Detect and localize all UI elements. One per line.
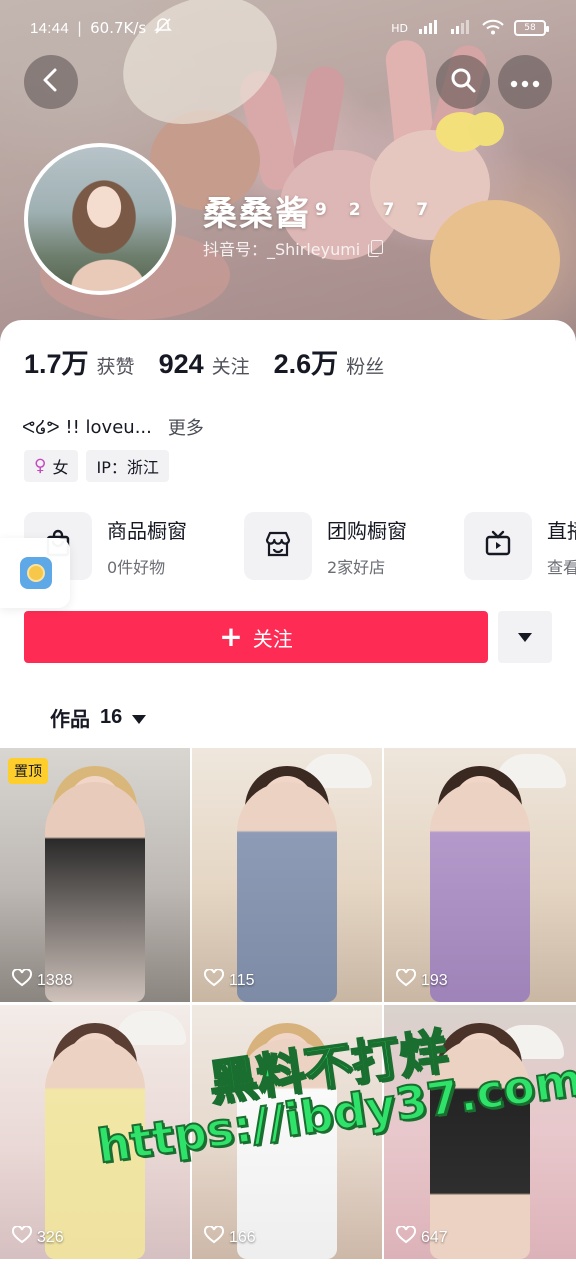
likes-count: 326 (37, 1228, 64, 1246)
stat-value: 1.7万 (24, 349, 89, 379)
shop-title: 商品橱窗 (107, 518, 187, 543)
avatar[interactable] (24, 143, 176, 295)
bio-text: ᕙ໒ᕗ !! loveu... (22, 416, 152, 438)
hd-label: HD (391, 21, 408, 35)
nickname: 桑桑酱 9 2 7 7 (203, 186, 436, 235)
shop-title: 团购橱窗 (327, 518, 407, 543)
likes-count: 115 (229, 971, 255, 989)
coin-icon (20, 557, 52, 589)
copy-icon[interactable] (368, 240, 384, 257)
video-thumbnail[interactable]: 647 (384, 1005, 576, 1259)
shop-subtitle: 2家好店 (327, 557, 386, 577)
floating-coin-widget[interactable] (0, 538, 70, 608)
stats-row: 1.7万 获赞 924 关注 2.6万 粉丝 (24, 342, 384, 381)
heart-outline-icon (395, 968, 417, 992)
battery-icon: 58 (514, 20, 549, 36)
video-likes: 326 (11, 1225, 64, 1249)
likes-count: 1388 (37, 971, 73, 989)
battery-level: 58 (524, 23, 536, 33)
search-button[interactable] (436, 55, 490, 109)
video-grid: 置顶 1388 115 193 326 166 647 (0, 748, 576, 1259)
stat-likes[interactable]: 1.7万 获赞 (24, 342, 135, 381)
storefront-icon (263, 529, 293, 563)
follow-button-label: 关注 (252, 626, 293, 651)
caret-down-icon (132, 706, 147, 730)
video-likes: 166 (203, 1225, 256, 1249)
douyin-id: 抖音号：_Shirleyumi (203, 240, 361, 259)
status-bar: 14:44 | 60.7K/s HD 58 (0, 0, 576, 56)
status-time: 14:44 (30, 19, 70, 37)
video-likes: 115 (203, 968, 255, 992)
shop-subtitle: 0件好物 (107, 557, 166, 577)
stat-label: 获赞 (96, 356, 135, 378)
shop-title: 直播 (547, 518, 576, 543)
stat-label: 关注 (211, 356, 250, 378)
back-button[interactable] (24, 55, 78, 109)
more-dots-icon (510, 73, 540, 92)
bio-row: ᕙ໒ᕗ !! loveu... 更多 (22, 414, 204, 440)
search-icon (449, 66, 477, 98)
plus-icon: + (219, 620, 243, 653)
heart-outline-icon (395, 1225, 417, 1249)
ip-tag: IP：浙江 (86, 450, 169, 482)
stat-value: 924 (158, 349, 204, 379)
mute-icon (154, 17, 173, 39)
ip-tag-label: IP：浙江 (96, 458, 159, 477)
signal-icon (418, 19, 440, 38)
tab-works[interactable]: 作品 16 (50, 703, 147, 732)
video-thumbnail[interactable]: 置顶 1388 (0, 748, 190, 1002)
stat-following[interactable]: 924 关注 (159, 349, 250, 380)
gender-tag: ♀ 女 (24, 450, 79, 482)
bio-more-link[interactable]: 更多 (168, 414, 204, 440)
video-likes: 1388 (11, 968, 73, 992)
shop-entry-group-buy[interactable]: 团购橱窗 2家好店 (244, 512, 407, 580)
video-thumbnail[interactable]: 193 (384, 748, 576, 1002)
more-options-button[interactable] (498, 55, 552, 109)
stat-label: 粉丝 (346, 356, 385, 378)
tv-icon (483, 529, 513, 563)
video-likes: 193 (395, 968, 448, 992)
likes-count: 193 (421, 971, 448, 989)
pinned-badge: 置顶 (8, 758, 48, 784)
network-speed: 60.7K/s (90, 19, 147, 37)
video-thumbnail[interactable]: 326 (0, 1005, 190, 1259)
gender-tag-label: 女 (52, 458, 69, 477)
profile-card: 1.7万 获赞 924 关注 2.6万 粉丝 ᕙ໒ᕗ !! loveu... 更… (0, 320, 576, 1280)
caret-down-icon (518, 628, 532, 647)
shop-entries: 商品橱窗 0件好物 团购橱窗 2家好店 直播 查看 (24, 512, 576, 584)
video-thumbnail[interactable]: 166 (192, 1005, 382, 1259)
signal-icon-2 (450, 19, 472, 38)
shop-entry-live[interactable]: 直播 查看 (464, 512, 576, 580)
stat-value: 2.6万 (273, 349, 339, 379)
wifi-icon (482, 19, 504, 38)
likes-count: 166 (229, 1228, 256, 1246)
follow-button[interactable]: + 关注 (24, 611, 488, 663)
nickname-suffix: 9 2 7 7 (315, 200, 437, 220)
heart-outline-icon (11, 1225, 33, 1249)
female-icon: ♀ (34, 456, 47, 476)
heart-outline-icon (11, 968, 33, 992)
profile-tags: ♀ 女 IP：浙江 (24, 450, 169, 482)
video-likes: 647 (395, 1225, 448, 1249)
video-thumbnail[interactable]: 115 (192, 748, 382, 1002)
stat-followers[interactable]: 2.6万 粉丝 (274, 342, 385, 381)
chevron-left-icon (40, 67, 62, 97)
likes-count: 647 (421, 1228, 448, 1246)
douyin-id-row: 抖音号：_Shirleyumi (203, 236, 384, 260)
nickname-text: 桑桑酱 (203, 194, 311, 234)
heart-outline-icon (203, 968, 225, 992)
works-count: 16 (100, 706, 123, 728)
recommend-dropdown-button[interactable] (498, 611, 552, 663)
works-tab-label: 作品 (50, 707, 90, 731)
heart-outline-icon (203, 1225, 225, 1249)
shop-subtitle: 查看 (547, 557, 576, 577)
